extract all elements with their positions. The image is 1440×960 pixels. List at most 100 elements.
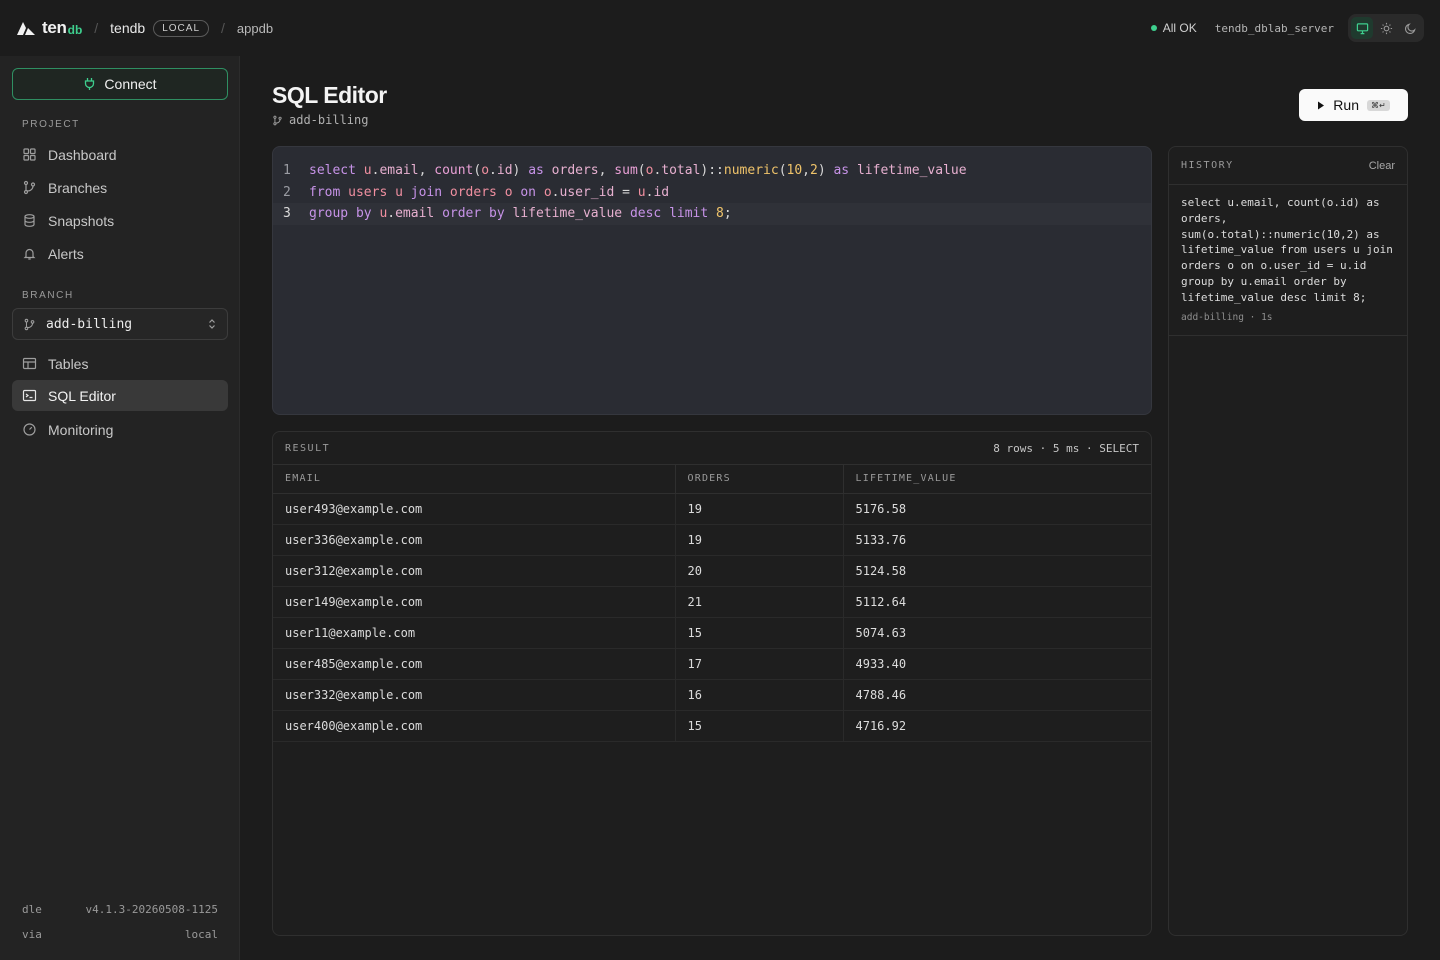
top-right-controls: All OK tendb_dblab_server [1150,14,1424,42]
branch-icon [273,115,282,125]
grid-icon [23,148,36,161]
breadcrumb-database[interactable]: appdb [237,21,273,36]
code-line-current[interactable]: 3 group by u.email order by lifetime_val… [273,203,1151,225]
theme-system-button[interactable] [1351,17,1373,39]
connect-button[interactable]: Connect [12,68,228,100]
cell-email: user400@example.com [273,710,676,742]
cell-orders: 15 [675,617,844,649]
logo-suffix: db [67,23,83,37]
branch-icon [24,318,35,330]
sidebar-item-label: Dashboard [48,146,117,163]
theme-dark-button[interactable] [1399,17,1421,39]
theme-switcher [1348,14,1424,42]
cell-email: user336@example.com [273,524,676,556]
table-row[interactable]: user336@example.com 19 5133.76 [273,524,1151,556]
breadcrumb-separator: / [221,20,225,36]
breadcrumb-project[interactable]: tendb [110,20,145,36]
table-row[interactable]: user493@example.com 19 5176.58 [273,493,1151,525]
table-row[interactable]: user149@example.com 21 5112.64 [273,586,1151,618]
code-text: from users u join orders o on o.user_id … [309,184,670,200]
terminal-icon [22,389,37,402]
cell-orders: 16 [675,679,844,711]
gauge-icon [23,423,36,436]
status-indicator[interactable]: All OK [1150,21,1197,35]
logo[interactable]: ten db [16,18,82,38]
branch-selector[interactable]: add-billing [12,308,228,340]
via-value: local [184,928,218,941]
history-clear-button[interactable]: Clear [1369,160,1395,172]
engine-version: v4.1.3-20260508-1125 [85,903,218,916]
result-panel: RESULT 8 rows · 5 ms · SELECT EMAIL ORDE… [272,431,1152,936]
cell-lifetime-value: 5176.58 [843,493,1151,525]
history-item[interactable]: select u.email, count(o.id) as orders, s… [1169,185,1407,336]
history-item-sql: select u.email, count(o.id) as orders, s… [1181,196,1393,304]
via-label: via [22,928,42,941]
table-icon [22,357,37,370]
cell-email: user11@example.com [273,617,676,649]
table-row[interactable]: user312@example.com 20 5124.58 [273,555,1151,587]
moon-icon [1404,22,1416,34]
cell-email: user485@example.com [273,648,676,680]
column-header-orders[interactable]: ORDERS [675,465,844,494]
environment-badge: LOCAL [153,19,210,37]
table-row[interactable]: user332@example.com 16 4788.46 [273,679,1151,711]
sidebar-item-label: SQL Editor [48,387,116,404]
result-label: RESULT [285,442,331,454]
cell-email: user493@example.com [273,493,676,525]
connect-label: Connect [104,76,157,92]
cell-orders: 15 [675,710,844,742]
code-line[interactable]: 2 from users u join orders o on o.user_i… [273,182,1151,204]
chevron-up-down-icon [209,319,215,329]
sidebar-item-monitoring[interactable]: Monitoring [12,414,228,445]
breadcrumb-separator: / [94,20,99,36]
play-icon [1318,101,1325,109]
logo-text: ten [42,18,67,37]
sidebar-item-dashboard[interactable]: Dashboard [12,139,228,170]
run-button[interactable]: Run ⌘↵ [1299,89,1408,121]
history-panel: HISTORY Clear select u.email, count(o.id… [1168,146,1408,936]
page-branch-name: add-billing [289,113,369,127]
sidebar-item-branches[interactable]: Branches [12,172,228,203]
cell-lifetime-value: 4933.40 [843,648,1151,680]
cell-email: user149@example.com [273,586,676,618]
cell-orders: 20 [675,555,844,587]
sql-editor[interactable]: 1 select u.email, count(o.id) as orders,… [272,146,1152,415]
sidebar-item-label: Snapshots [48,212,115,229]
cell-lifetime-value: 5124.58 [843,555,1151,587]
top-bar: ten db / tendb LOCAL / appdb All OK tend… [0,0,1440,56]
cell-lifetime-value: 5133.76 [843,524,1151,556]
sidebar-item-label: Branches [48,179,108,196]
branch-selector-value: add-billing [46,316,133,332]
sidebar-item-label: Monitoring [48,421,114,438]
table-row[interactable]: user485@example.com 17 4933.40 [273,648,1151,680]
code-line[interactable]: 1 select u.email, count(o.id) as orders,… [273,160,1151,182]
column-header-email[interactable]: EMAIL [273,465,676,494]
result-table: EMAIL ORDERS LIFETIME_VALUE user493@exam… [273,465,1151,742]
sun-icon [1380,22,1392,34]
theme-light-button[interactable] [1375,17,1397,39]
column-header-lifetime-value[interactable]: LIFETIME_VALUE [843,465,1151,494]
line-number: 1 [283,163,291,179]
sidebar-item-sql-editor[interactable]: SQL Editor [12,380,228,411]
sidebar-item-tables[interactable]: Tables [12,348,228,379]
monitor-icon [1356,22,1368,34]
cell-orders: 21 [675,586,844,618]
sidebar-item-label: Tables [48,355,89,372]
sidebar-item-snapshots[interactable]: Snapshots [12,205,228,236]
cell-lifetime-value: 4788.46 [843,679,1151,711]
table-row[interactable]: user400@example.com 15 4716.92 [273,710,1151,742]
cell-lifetime-value: 4716.92 [843,710,1151,742]
cell-lifetime-value: 5074.63 [843,617,1151,649]
server-name: tendb_dblab_server [1214,21,1334,35]
table-row[interactable]: user11@example.com 15 5074.63 [273,617,1151,649]
code-text: group by u.email order by lifetime_value… [309,206,732,222]
history-item-meta: add-billing · 1s [1181,311,1273,323]
run-label: Run [1333,97,1359,113]
line-number: 2 [283,184,291,200]
tendb-logo-icon [17,22,35,35]
cell-lifetime-value: 5112.64 [843,586,1151,618]
sidebar-item-alerts[interactable]: Alerts [12,238,228,269]
run-shortcut: ⌘↵ [1366,99,1390,111]
status-dot-icon [1150,25,1157,31]
line-number: 3 [283,206,291,222]
